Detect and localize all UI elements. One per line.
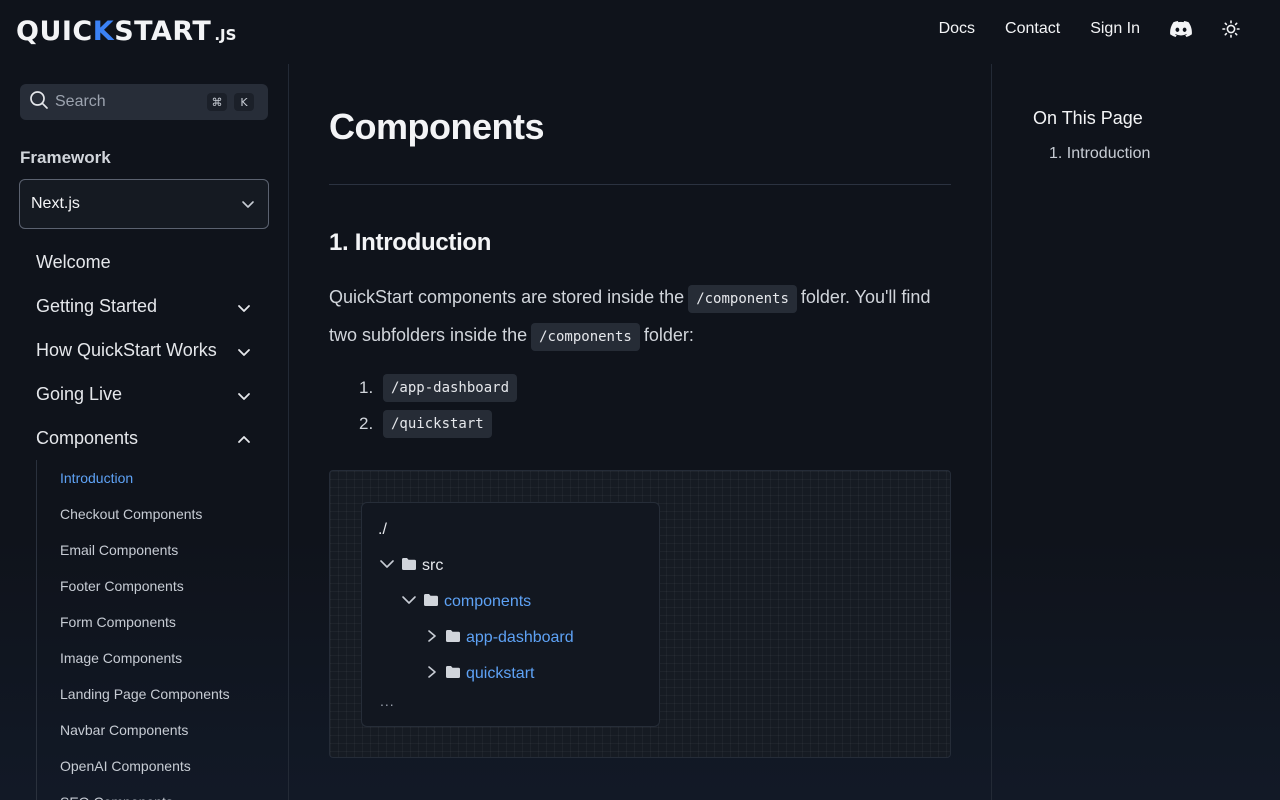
chevron-down-icon (378, 557, 402, 576)
search-button[interactable]: Search ⌘ K (20, 84, 268, 120)
tree-row-app-dashboard[interactable]: app-dashboard (424, 626, 574, 650)
framework-label: Framework (20, 148, 111, 167)
inline-code: /quickstart (383, 410, 492, 438)
sidebar-menu: Welcome Getting Started How QuickStart W… (36, 240, 251, 460)
sidebar-subitem-openai[interactable]: OpenAI Components (37, 748, 276, 784)
folder-icon (424, 593, 444, 611)
sidebar-subitem-seo[interactable]: SEO Components (37, 784, 276, 800)
tree-row-src[interactable]: src (378, 554, 443, 578)
inline-code: /app-dashboard (383, 374, 518, 402)
nav-sign-in-link[interactable]: Sign In (1090, 20, 1140, 38)
tree-more: ... (380, 693, 395, 709)
folder-icon (446, 629, 466, 647)
sidebar-subitem-form[interactable]: Form Components (37, 604, 276, 640)
sidebar-item-components[interactable]: Components (36, 416, 251, 460)
file-tree: ./ src components app-dashboard quicksta (361, 502, 660, 727)
components-submenu: Introduction Checkout Components Email C… (36, 460, 276, 800)
chevron-right-icon (424, 665, 446, 684)
chevron-down-icon[interactable] (237, 387, 251, 408)
logo-text: QUICKSTART (16, 16, 212, 47)
sidebar-subitem-checkout[interactable]: Checkout Components (37, 496, 276, 532)
discord-icon[interactable] (1170, 21, 1192, 37)
sidebar-item-label: Welcome (36, 251, 111, 272)
chevron-right-icon (424, 629, 446, 648)
nav-contact-link[interactable]: Contact (1005, 20, 1060, 38)
list-item: 1. /app-dashboard (359, 370, 521, 406)
para-text: QuickStart components are stored inside … (329, 287, 685, 307)
folder-icon (446, 665, 466, 683)
toc-title: On This Page (1033, 108, 1143, 128)
search-icon (29, 90, 49, 115)
shortcut-cmd-key: ⌘ (207, 93, 227, 111)
sidebar-item-label: Getting Started (36, 295, 158, 316)
sidebar-subitem-image[interactable]: Image Components (37, 640, 276, 676)
folder-icon (402, 557, 422, 575)
tree-label: quickstart (466, 665, 535, 682)
toc-item-introduction[interactable]: 1. Introduction (1049, 145, 1150, 163)
intro-paragraph: QuickStart components are stored inside … (329, 279, 951, 355)
sidebar-subitem-email[interactable]: Email Components (37, 532, 276, 568)
file-tree-figure: ./ src components app-dashboard quicksta (329, 470, 951, 758)
top-nav: Docs Contact Sign In (909, 20, 1240, 38)
framework-select-value: Next.js (31, 195, 80, 212)
tree-root: ./ (378, 521, 387, 538)
list-item: 2. /quickstart (359, 406, 521, 442)
nav-docs-link[interactable]: Docs (939, 20, 975, 38)
tree-label: src (422, 557, 444, 574)
search-label: Search (55, 93, 106, 110)
sidebar-subitem-footer[interactable]: Footer Components (37, 568, 276, 604)
subfolder-list: 1. /app-dashboard 2. /quickstart (359, 370, 521, 442)
list-number: 1. (359, 378, 374, 397)
header: QUICKSTART .JS Docs Contact Sign In (0, 0, 1280, 64)
sidebar-item-getting-started[interactable]: Getting Started (36, 284, 251, 328)
chevron-up-icon[interactable] (237, 431, 251, 452)
sidebar-item-how-quickstart-works[interactable]: How QuickStart Works (36, 328, 251, 372)
framework-select[interactable]: Next.js (19, 179, 269, 229)
list-number: 2. (359, 414, 374, 433)
sun-icon[interactable] (1222, 20, 1240, 38)
sidebar-item-label: How QuickStart Works (36, 339, 217, 360)
shortcut-k-key: K (234, 93, 254, 111)
chevron-down-icon (240, 196, 256, 217)
tree-label: app-dashboard (466, 629, 574, 646)
page-title: Components (329, 106, 545, 147)
inline-code: /components (531, 323, 640, 351)
logo[interactable]: QUICKSTART .JS (16, 16, 236, 47)
sidebar-item-label: Going Live (36, 383, 123, 404)
sidebar-subitem-navbar[interactable]: Navbar Components (37, 712, 276, 748)
logo-suffix: .JS (214, 26, 237, 44)
chevron-down-icon (400, 593, 424, 612)
sidebar-item-label: Components (36, 427, 139, 448)
table-of-contents: On This Page 1. Introduction (991, 64, 1280, 800)
chevron-down-icon[interactable] (237, 299, 251, 320)
section-heading: 1. Introduction (329, 229, 492, 256)
tree-row-components[interactable]: components (400, 590, 531, 614)
para-text: folder: (643, 325, 694, 345)
inline-code: /components (688, 285, 797, 313)
sidebar-item-going-live[interactable]: Going Live (36, 372, 251, 416)
sidebar-subitem-introduction[interactable]: Introduction (37, 460, 276, 496)
tree-label: components (444, 593, 532, 610)
divider (329, 184, 951, 185)
chevron-down-icon[interactable] (237, 343, 251, 364)
sidebar-subitem-landing-page[interactable]: Landing Page Components (37, 676, 276, 712)
tree-row-quickstart[interactable]: quickstart (424, 662, 534, 686)
sidebar-item-welcome[interactable]: Welcome (36, 240, 251, 284)
